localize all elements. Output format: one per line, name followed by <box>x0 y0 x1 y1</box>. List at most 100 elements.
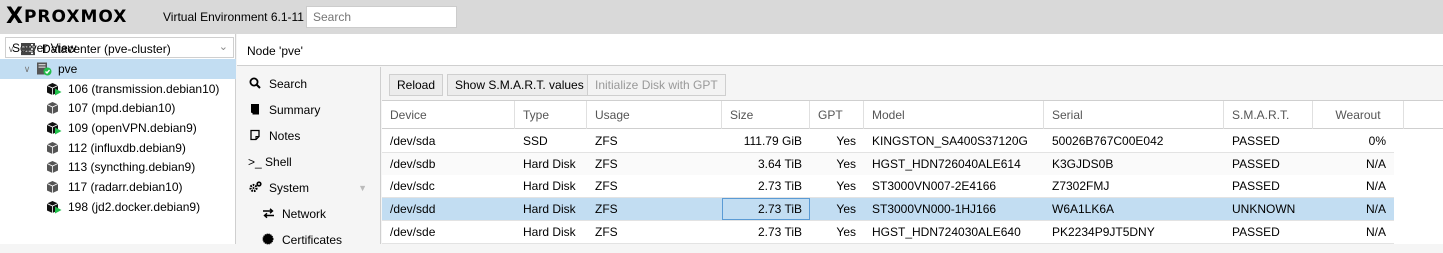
tree-item[interactable]: 106 (transmission.debian10) <box>0 79 236 99</box>
column-header-usage[interactable]: Usage <box>587 101 722 129</box>
cell-model: ST3000VN000-1HJ166 <box>872 202 997 217</box>
cell-wearout: N/A <box>1365 202 1386 217</box>
cell-model: HGST_HDN724030ALE640 <box>872 224 1021 239</box>
column-header-wearout[interactable]: Wearout <box>1313 101 1404 129</box>
menu-item-search[interactable]: Search <box>237 71 381 97</box>
cell-serial: 50026B767C00E042 <box>1052 134 1164 148</box>
column-header-device[interactable]: Device <box>382 101 515 129</box>
disks-toolbar: Reload Show S.M.A.R.T. values Initialize… <box>382 67 1443 101</box>
cell-gpt: Yes <box>836 224 856 239</box>
top-bar: X PROXMOX Virtual Environment 6.1-11 <box>0 0 1443 34</box>
expand-triangle-icon[interactable]: ∨ <box>22 64 32 75</box>
menu-item-shell[interactable]: >_ Shell <box>237 149 381 175</box>
menu-item-summary[interactable]: Summary <box>237 97 381 123</box>
column-header-model[interactable]: Model <box>864 101 1044 129</box>
cell-size: 3.64 TiB <box>757 156 802 171</box>
column-header-gpt[interactable]: GPT <box>810 101 864 129</box>
expand-triangle-icon[interactable]: ∨ <box>6 44 16 55</box>
gears-icon <box>248 180 262 196</box>
container-running-icon <box>46 200 62 214</box>
menu-item-system[interactable]: System ▼ <box>237 175 381 201</box>
container-stopped-icon <box>46 101 62 115</box>
tree-item-label: 112 (influxdb.debian9) <box>68 141 186 155</box>
notes-icon <box>248 129 262 144</box>
cell-smart: PASSED <box>1232 224 1280 239</box>
cell-type: Hard Disk <box>523 156 576 171</box>
tree-item[interactable]: ∨ pve <box>0 59 236 79</box>
cell-wearout: 0% <box>1368 134 1386 148</box>
column-header-smart[interactable]: S.M.A.R.T. <box>1224 101 1313 129</box>
menu-item-label: Certificates <box>282 233 343 247</box>
search-icon <box>248 77 262 92</box>
cell-gpt: Yes <box>836 179 856 194</box>
tree-item[interactable]: 117 (radarr.debian10) <box>0 177 236 197</box>
container-stopped-icon <box>46 141 62 155</box>
cell-type: Hard Disk <box>523 224 576 239</box>
tree-item[interactable]: 113 (syncthing.debian9) <box>0 157 236 177</box>
tree-item[interactable]: 107 (mpd.debian10) <box>0 98 236 118</box>
container-running-icon <box>46 82 62 96</box>
table-row[interactable]: /dev/sdb Hard Disk ZFS 3.64 TiB Yes HGST_HDN7… <box>382 152 1394 176</box>
cell-size: 111.79 GiB <box>743 134 802 148</box>
cell-usage: ZFS <box>595 134 618 148</box>
menu-item-label: Summary <box>269 103 321 117</box>
cell-wearout: N/A <box>1365 179 1386 194</box>
menu-item-certificates[interactable]: Certificates <box>237 227 381 253</box>
cell-usage: ZFS <box>595 202 618 217</box>
book-icon <box>248 103 262 118</box>
cell-size: 2.73 TiB <box>757 224 802 239</box>
cell-serial: Z7302FMJ <box>1052 179 1110 194</box>
resource-tree-panel: Server View ⌄ ∨ Datacenter (pve-cluster) ∨… <box>0 34 236 244</box>
logo-wordmark: PROXMOX <box>23 7 128 27</box>
table-row[interactable]: /dev/sdc Hard Disk ZFS 2.73 TiB Yes ST3000VN0… <box>382 175 1394 199</box>
table-row[interactable]: /dev/sde Hard Disk ZFS 2.73 TiB Yes HGST_HDN7… <box>382 220 1394 244</box>
cell-device: /dev/sdd <box>390 202 436 217</box>
container-stopped-icon <box>46 160 62 174</box>
tree-item-label: 113 (syncthing.debian9) <box>68 160 196 174</box>
cell-device: /dev/sde <box>390 224 436 239</box>
tree-item-label: 198 (jd2.docker.debian9) <box>68 200 201 214</box>
cell-wearout: N/A <box>1365 224 1386 239</box>
table-row[interactable]: /dev/sdd Hard Disk ZFS 2.73 TiB Yes ST3000VN0… <box>382 198 1394 222</box>
cell-smart: PASSED <box>1232 134 1280 148</box>
table-row[interactable]: /dev/sda SSD ZFS 111.79 GiB Yes KINGSTON_SA40… <box>382 130 1394 153</box>
reload-button[interactable]: Reload <box>389 74 444 96</box>
cell-wearout: N/A <box>1365 156 1386 171</box>
cell-size: 2.73 TiB <box>757 179 802 194</box>
tree-item-label: 107 (mpd.debian10) <box>68 101 176 115</box>
search-input[interactable] <box>306 6 457 28</box>
cell-gpt: Yes <box>836 134 856 148</box>
menu-item-label: Search <box>269 77 308 91</box>
tree-item-label: 117 (radarr.debian10) <box>68 180 183 194</box>
initialize-gpt-button[interactable]: Initialize Disk with GPT <box>587 74 726 96</box>
cell-usage: ZFS <box>595 156 618 171</box>
cell-model: HGST_HDN726040ALE614 <box>872 156 1021 171</box>
menu-item-network[interactable]: Network <box>237 201 381 227</box>
menu-item-label: Network <box>282 207 327 221</box>
tree-item-label: Datacenter (pve-cluster) <box>42 42 171 56</box>
menu-item-notes[interactable]: Notes <box>237 123 381 149</box>
column-header-serial[interactable]: Serial <box>1044 101 1224 129</box>
proxmox-logo[interactable]: X PROXMOX <box>6 6 127 28</box>
menu-item-label: System <box>269 181 310 195</box>
table-header: Device Type Usage Size GPT Model Serial S.M.A.R… <box>382 101 1443 129</box>
cell-smart: UNKNOWN <box>1232 202 1296 217</box>
collapse-triangle-icon[interactable]: ▼ <box>358 183 367 193</box>
tree-item[interactable]: 109 (openVPN.debian9) <box>0 118 236 138</box>
show-smart-button[interactable]: Show S.M.A.R.T. values <box>447 74 592 96</box>
container-stopped-icon <box>46 180 62 194</box>
logo-x-mark: X <box>6 4 23 29</box>
page-title: Node 'pve' <box>247 44 303 58</box>
cell-gpt: Yes <box>836 156 856 171</box>
cell-gpt: Yes <box>836 202 856 217</box>
column-header-size[interactable]: Size <box>722 101 810 129</box>
tree-item[interactable]: 112 (influxdb.debian9) <box>0 138 236 158</box>
tree-item[interactable]: ∨ Datacenter (pve-cluster) <box>0 39 236 59</box>
cell-device: /dev/sda <box>390 134 436 148</box>
datacenter-icon <box>20 42 36 56</box>
column-header-type[interactable]: Type <box>515 101 587 129</box>
tree-item-label: 109 (openVPN.debian9) <box>68 121 197 135</box>
cell-model: KINGSTON_SA400S37120G <box>872 134 1028 148</box>
cell-device: /dev/sdb <box>390 156 436 171</box>
tree-item[interactable]: 198 (jd2.docker.debian9) <box>0 197 236 217</box>
